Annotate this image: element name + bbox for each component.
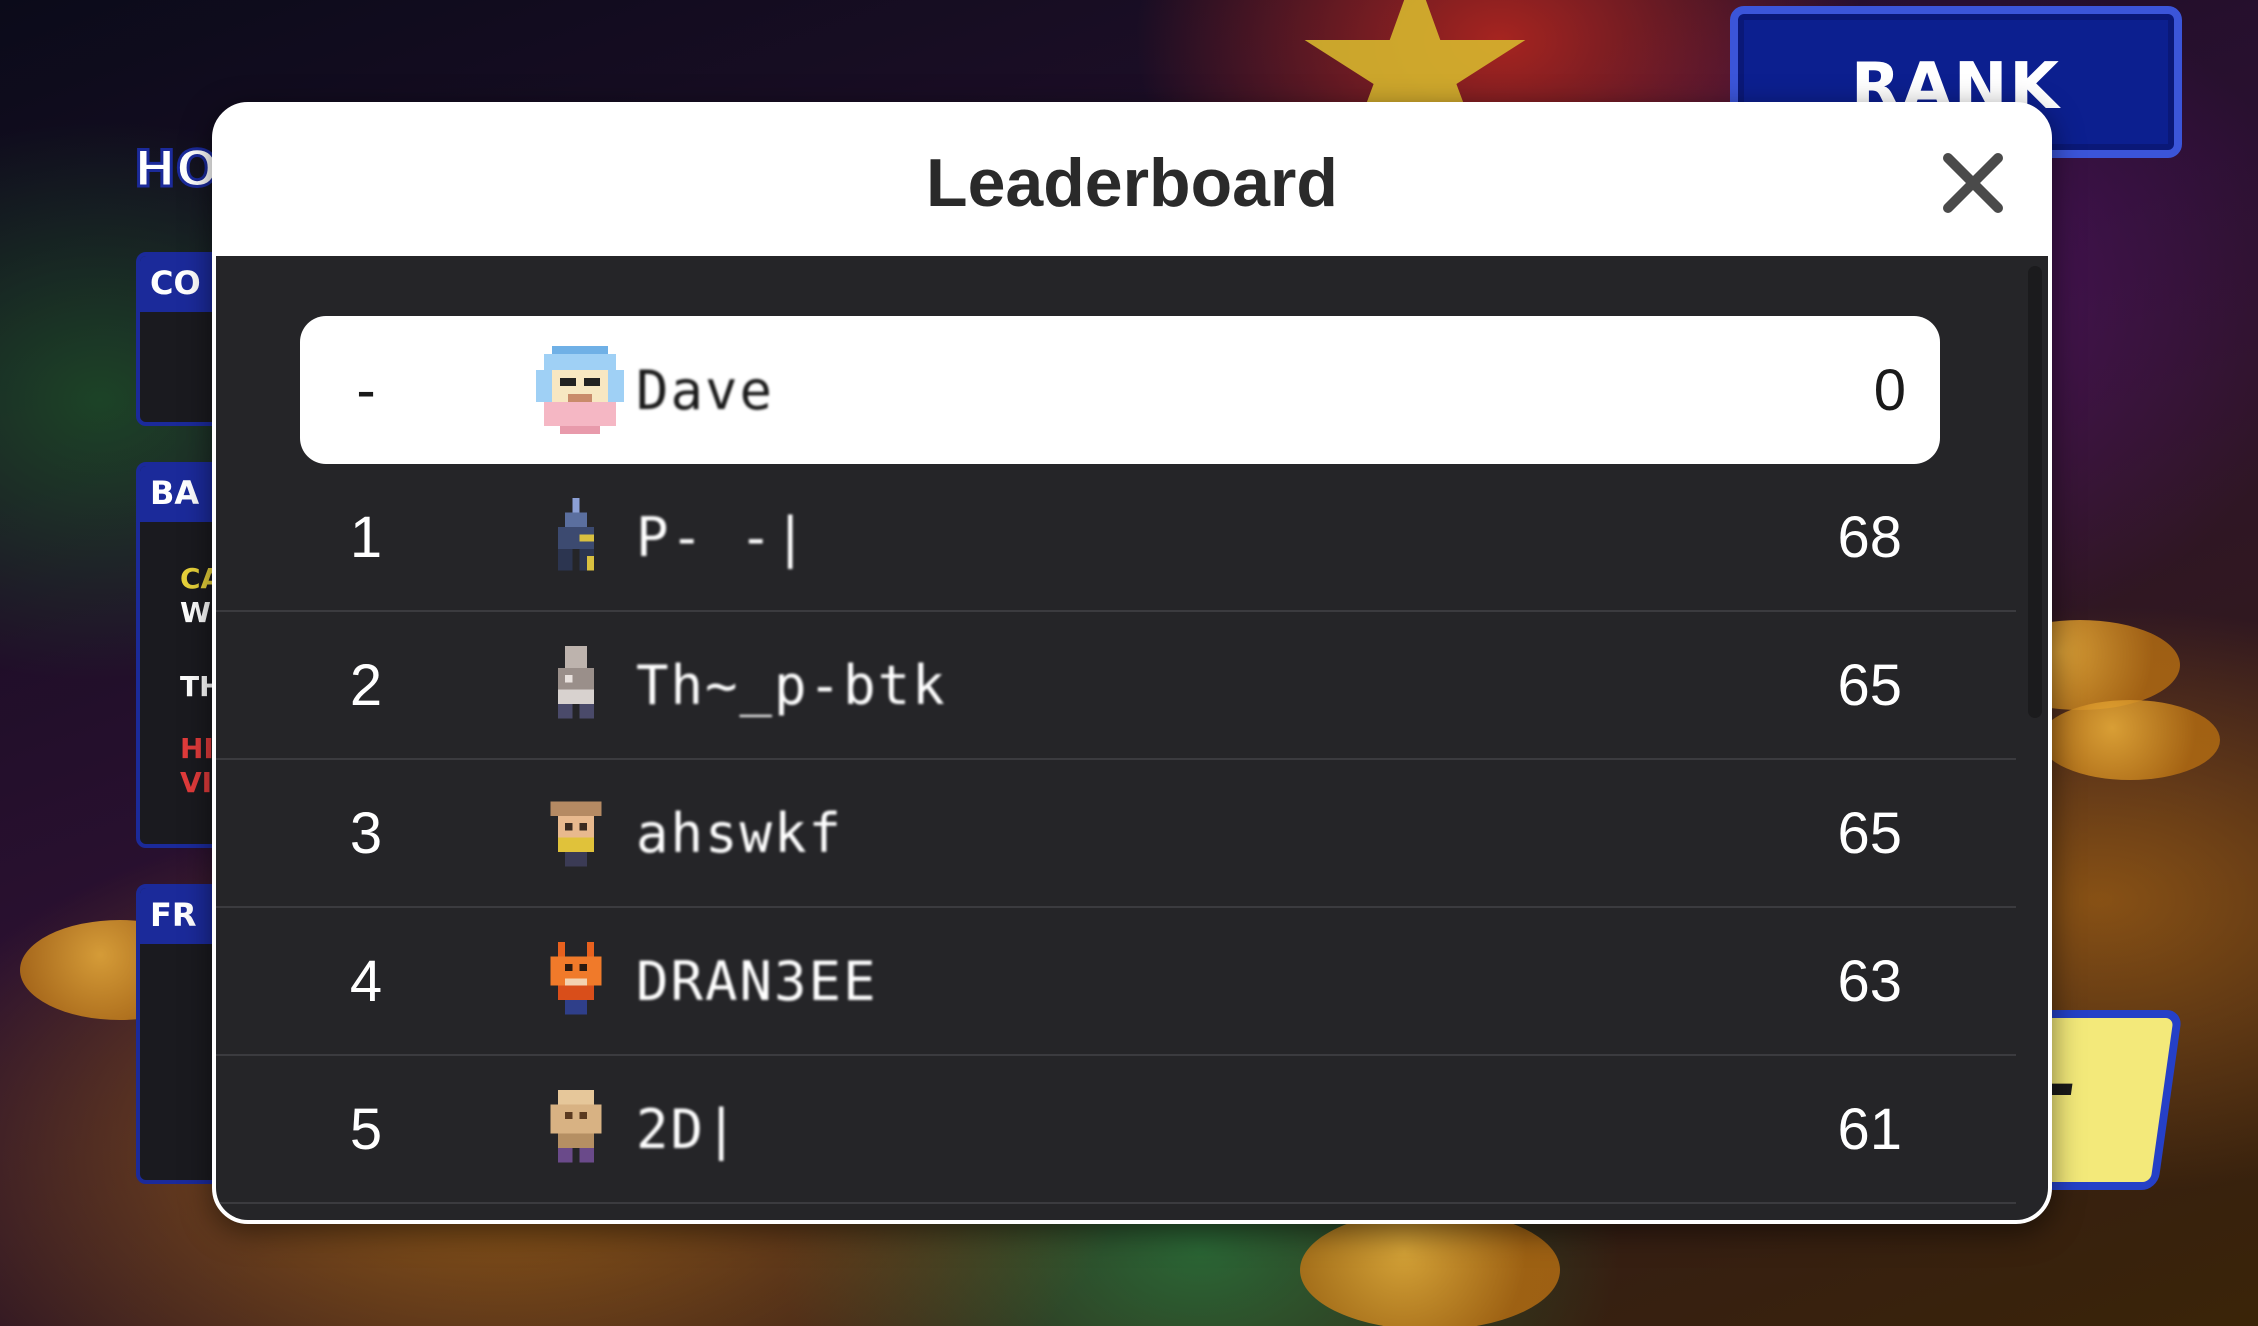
leaderboard-list[interactable]: - Dave 0 1 P- -| 68 2 Th~_p-btk 65 3 ahs… (216, 256, 2048, 1220)
coin-decoration (2040, 700, 2220, 780)
player-score: 68 (1837, 504, 1902, 570)
leaderboard-row: 1 P- -| 68 (216, 464, 2016, 612)
current-player-row: - Dave 0 (300, 316, 1940, 464)
player-name: DRAN3EE (636, 949, 878, 1013)
dark-knight-avatar-icon (536, 498, 616, 578)
player-rank: 5 (349, 1096, 383, 1162)
player-score: 65 (1837, 652, 1902, 718)
leaderboard-row: 2 Th~_p-btk 65 (216, 612, 2016, 760)
player-name: ahswkf (636, 801, 844, 865)
close-button[interactable] (1938, 148, 2008, 218)
leaderboard-row: 3 ahswkf 65 (216, 760, 2016, 908)
player-score: 61 (1837, 1096, 1902, 1162)
leaderboard-title: Leaderboard (926, 145, 1338, 221)
player-rank: - (356, 357, 376, 423)
tan-creature-avatar-icon (536, 1090, 616, 1170)
player-rank: 4 (349, 948, 383, 1014)
player-name: Th~_p-btk (636, 653, 947, 717)
player-score: 65 (1837, 800, 1902, 866)
coin-decoration (1300, 1210, 1560, 1326)
player-name: P- -| (636, 505, 809, 569)
cowboy-avatar-icon (536, 794, 616, 874)
leaderboard-header: Leaderboard (216, 106, 2048, 256)
player-rank: 3 (349, 800, 383, 866)
player-name: 2D| (636, 1097, 740, 1161)
player-name: Dave (636, 358, 775, 422)
scrollbar[interactable] (2028, 266, 2042, 718)
grey-robot-avatar-icon (536, 646, 616, 726)
player-score: 0 (1873, 357, 1906, 423)
orange-fox-avatar-icon (536, 942, 616, 1022)
leaderboard-row: 5 2D| 61 (216, 1056, 2016, 1204)
close-icon (1943, 153, 2003, 213)
leaderboard-modal: Leaderboard - Dave 0 1 P- -| 68 2 Th~_p-… (212, 102, 2052, 1224)
player-rank: 2 (349, 652, 383, 718)
player-score: 63 (1837, 948, 1902, 1014)
white-hooded-avatar-icon (536, 346, 624, 434)
home-label: HO (132, 139, 219, 200)
player-rank: 1 (349, 504, 383, 570)
leaderboard-row: 4 DRAN3EE 63 (216, 908, 2016, 1056)
